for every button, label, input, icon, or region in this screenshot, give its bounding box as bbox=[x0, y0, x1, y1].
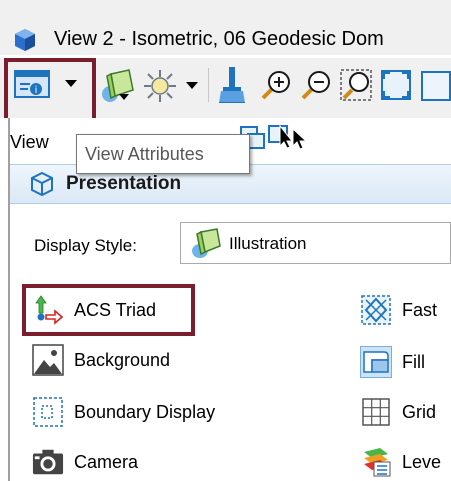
zoom-out-icon bbox=[301, 71, 330, 100]
zoom-out-button[interactable] bbox=[296, 64, 336, 106]
clear-button[interactable] bbox=[212, 64, 252, 106]
section-title: Presentation bbox=[66, 173, 182, 194]
zoom-in-icon bbox=[261, 71, 290, 100]
chevron-down-icon bbox=[186, 82, 198, 89]
levels-item[interactable]: Leve bbox=[360, 444, 441, 480]
grid-item[interactable]: Grid bbox=[360, 394, 436, 430]
view-attributes-tooltip: View Attributes bbox=[76, 134, 250, 174]
view-attributes-highlight bbox=[4, 58, 96, 124]
grid-icon bbox=[360, 396, 392, 428]
camera-label: Camera bbox=[74, 451, 139, 472]
camera-icon bbox=[32, 446, 64, 478]
levels-label: Leve bbox=[402, 451, 442, 472]
fill-icon bbox=[360, 346, 392, 378]
display-style-select[interactable]: Illustration bbox=[180, 222, 451, 264]
fit-view-icon bbox=[381, 70, 411, 100]
chevron-down-icon bbox=[119, 94, 129, 100]
display-style-dropdown[interactable] bbox=[118, 92, 130, 102]
boundary-display-label: Boundary Display bbox=[74, 401, 216, 422]
display-style-label: Display Style: bbox=[34, 236, 137, 255]
levels-icon bbox=[360, 446, 392, 478]
boundary-display-item[interactable]: Boundary Display bbox=[32, 394, 215, 430]
background-item[interactable]: Background bbox=[32, 342, 170, 378]
acs-triad-highlight bbox=[22, 284, 195, 336]
lights-dropdown[interactable] bbox=[184, 72, 200, 100]
toolbar-overflow[interactable] bbox=[420, 68, 451, 104]
background-icon bbox=[32, 344, 64, 376]
pick-attributes-icon[interactable] bbox=[268, 120, 294, 148]
fast-icon bbox=[360, 294, 392, 326]
partial-toolbar-icon bbox=[421, 71, 451, 101]
mouse-cursor-icon bbox=[292, 128, 308, 150]
window-area-button[interactable] bbox=[336, 64, 376, 106]
grid-label: Grid bbox=[402, 401, 437, 422]
view-cube-icon bbox=[15, 29, 35, 51]
fast-item[interactable]: Fast bbox=[360, 292, 437, 328]
display-style-value: Illustration bbox=[229, 234, 307, 253]
fit-view-button[interactable] bbox=[376, 64, 416, 106]
view-window: View 2 - Isometric, 06 Geodesic Dom i Vi… bbox=[0, 0, 451, 481]
zoom-in-button[interactable] bbox=[256, 64, 296, 106]
fast-label: Fast bbox=[402, 299, 438, 320]
toolbar-separator bbox=[208, 68, 209, 102]
boundary-display-icon bbox=[32, 396, 64, 428]
brush-icon bbox=[219, 67, 245, 103]
illustration-icon bbox=[192, 228, 221, 258]
window-area-icon bbox=[340, 69, 372, 101]
tab-view[interactable]: View bbox=[10, 132, 49, 153]
camera-item[interactable]: Camera bbox=[32, 444, 138, 480]
fill-label: Fill bbox=[402, 351, 425, 372]
background-label: Background bbox=[74, 349, 171, 370]
lights-button[interactable] bbox=[138, 66, 182, 106]
sun-icon bbox=[144, 70, 176, 102]
title-bar: View 2 - Isometric, 06 Geodesic Dom bbox=[0, 0, 451, 55]
fill-item[interactable]: Fill bbox=[360, 344, 425, 380]
window-title: View 2 - Isometric, 06 Geodesic Dom bbox=[54, 28, 384, 50]
view-toolbar: i bbox=[0, 58, 451, 124]
tooltip-text: View Attributes bbox=[85, 144, 204, 164]
presentation-cube-icon bbox=[31, 171, 53, 197]
